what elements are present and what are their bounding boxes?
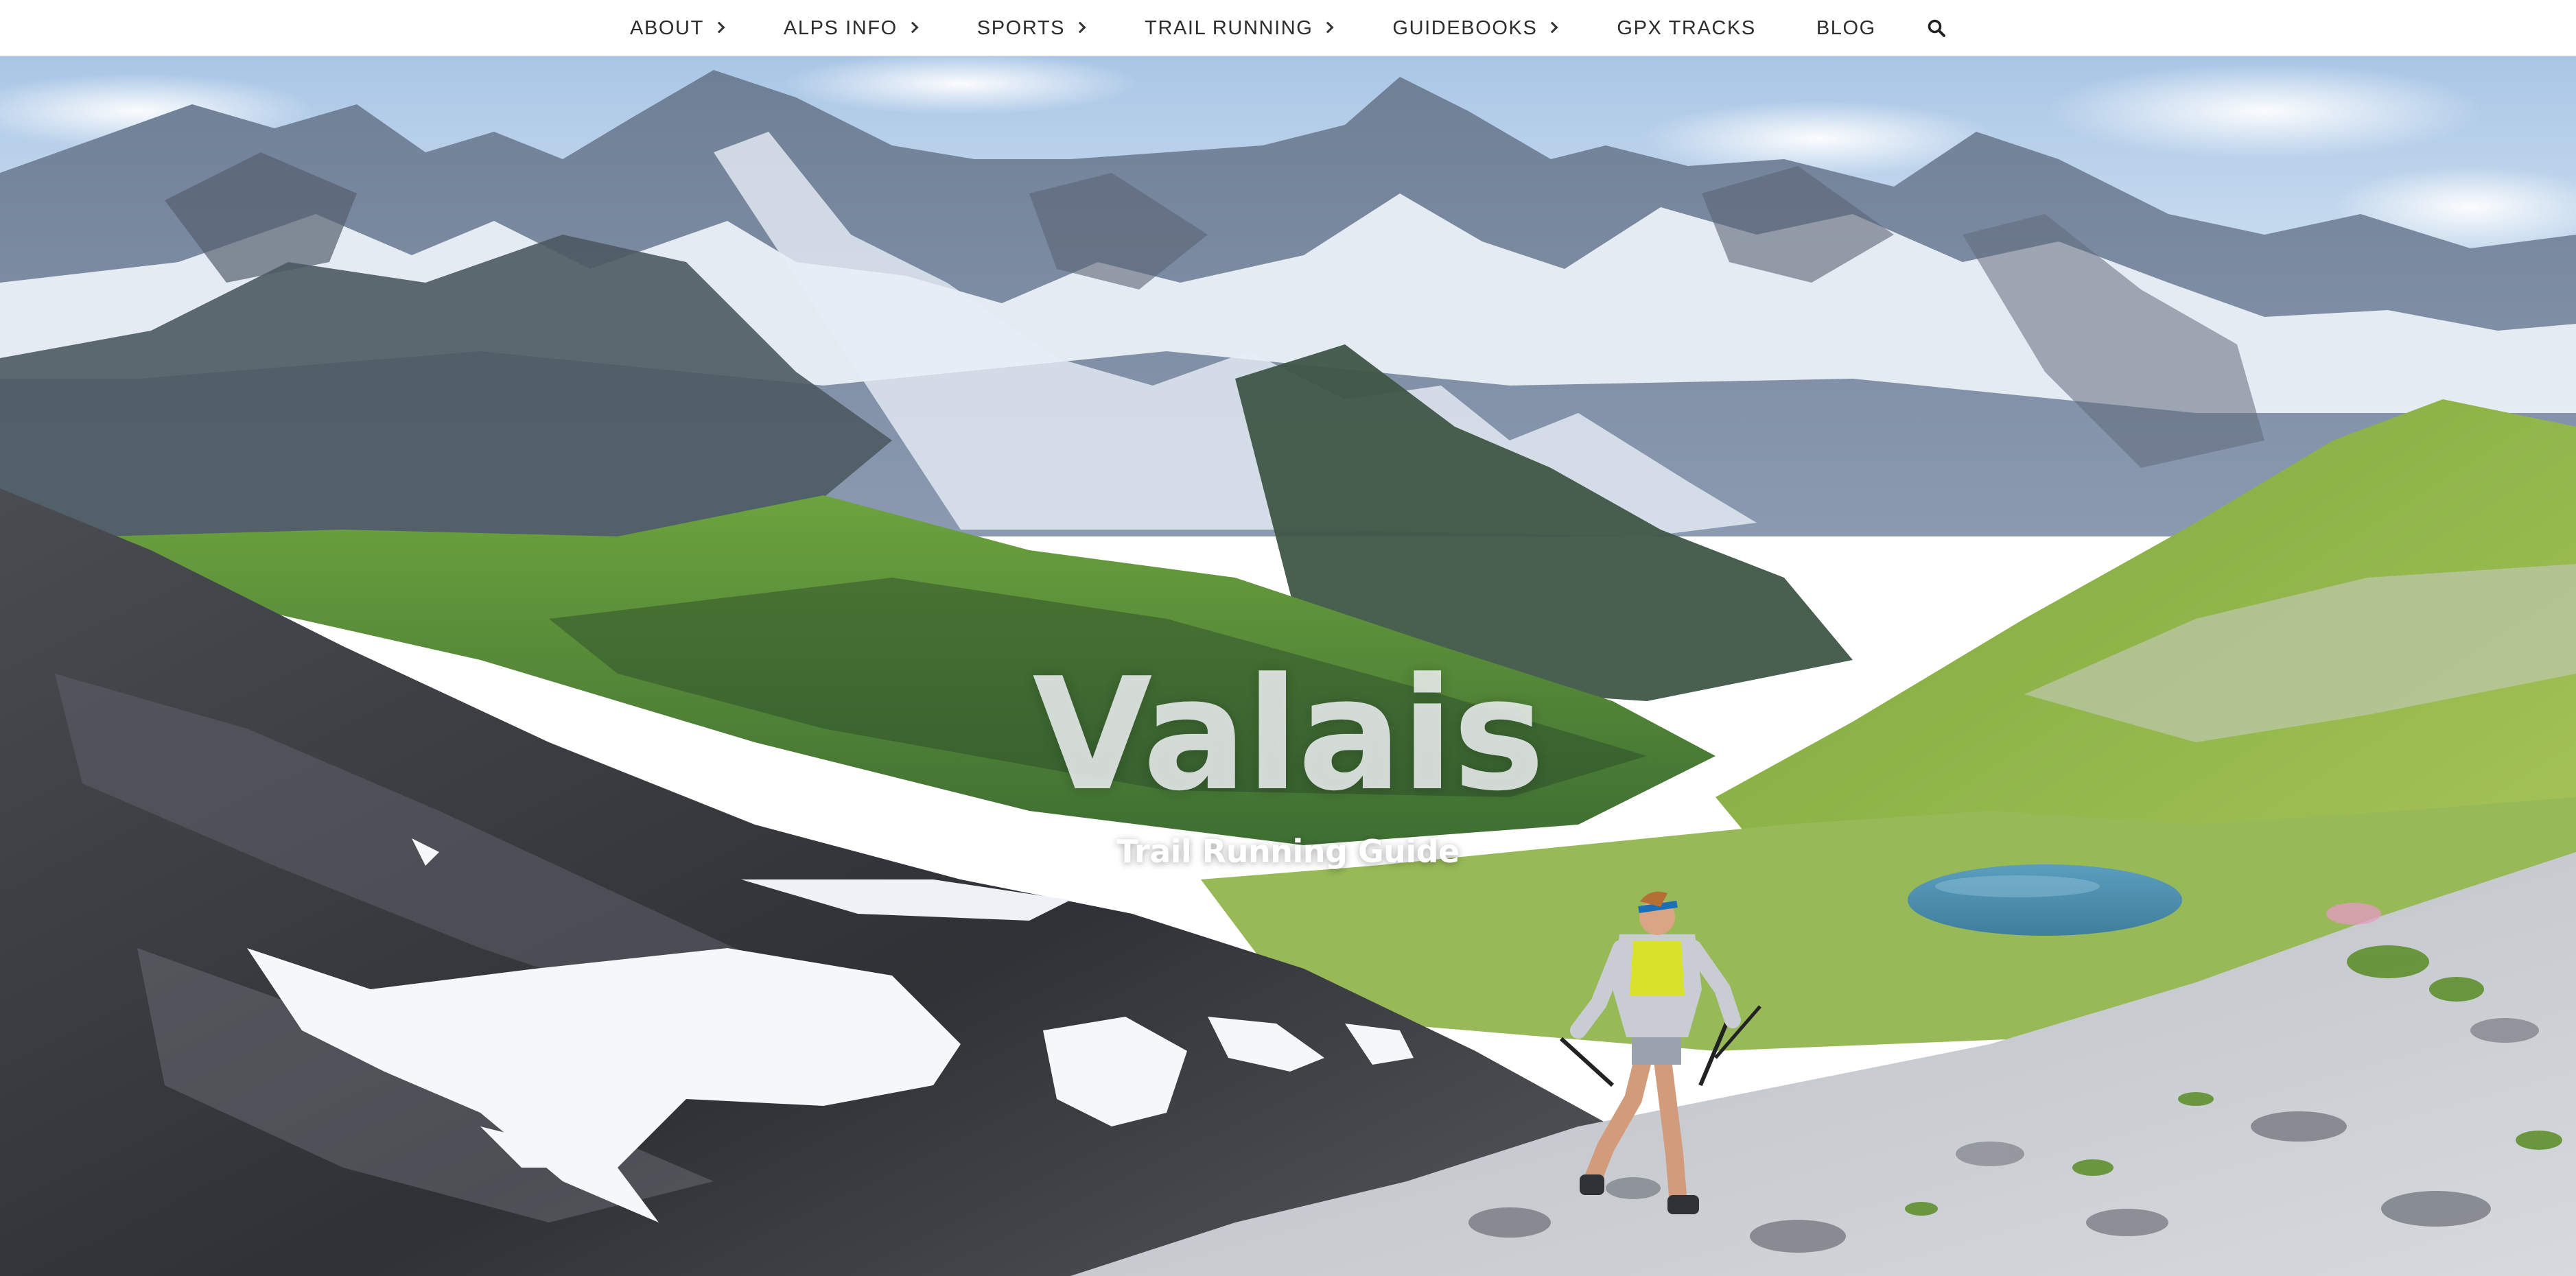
hero-subtitle: Trail Running Guide bbox=[1116, 833, 1460, 870]
nav-item-label: GPX TRACKS bbox=[1617, 16, 1756, 39]
nav-item-label: BLOG bbox=[1816, 16, 1876, 39]
nav-item-trail-running[interactable]: TRAIL RUNNING bbox=[1145, 0, 1334, 56]
nav-item-label: SPORTS bbox=[976, 16, 1066, 39]
chevron-right-icon bbox=[1074, 21, 1086, 34]
hero-title: Valais bbox=[1032, 645, 1545, 826]
nav-item-guidebooks[interactable]: GUIDEBOOKS bbox=[1392, 0, 1558, 56]
nav-item-label: ABOUT bbox=[630, 16, 704, 39]
nav-item-label: GUIDEBOOKS bbox=[1392, 16, 1538, 39]
top-navigation: ABOUT ALPS INFO SPORTS TRAIL RUNNING GUI… bbox=[0, 0, 2576, 56]
search-icon bbox=[1928, 19, 1945, 37]
nav-item-sports[interactable]: SPORTS bbox=[976, 0, 1086, 56]
chevron-right-icon bbox=[713, 21, 725, 34]
nav-item-alps-info[interactable]: ALPS INFO bbox=[783, 0, 919, 56]
hero-banner: Valais Trail Running Guide bbox=[0, 56, 2576, 1276]
chevron-right-icon bbox=[1322, 21, 1334, 34]
nav-item-label: ALPS INFO bbox=[783, 16, 898, 39]
nav-menu: ABOUT ALPS INFO SPORTS TRAIL RUNNING GUI… bbox=[630, 0, 1949, 56]
nav-item-blog[interactable]: BLOG bbox=[1816, 0, 1876, 56]
nav-item-gpx-tracks[interactable]: GPX TRACKS bbox=[1617, 0, 1755, 56]
nav-item-label: TRAIL RUNNING bbox=[1145, 16, 1313, 39]
nav-item-about[interactable]: ABOUT bbox=[630, 0, 725, 56]
chevron-right-icon bbox=[1546, 21, 1558, 34]
search-button[interactable] bbox=[1924, 16, 1949, 40]
chevron-right-icon bbox=[906, 21, 919, 34]
page: ABOUT ALPS INFO SPORTS TRAIL RUNNING GUI… bbox=[0, 0, 2576, 1276]
